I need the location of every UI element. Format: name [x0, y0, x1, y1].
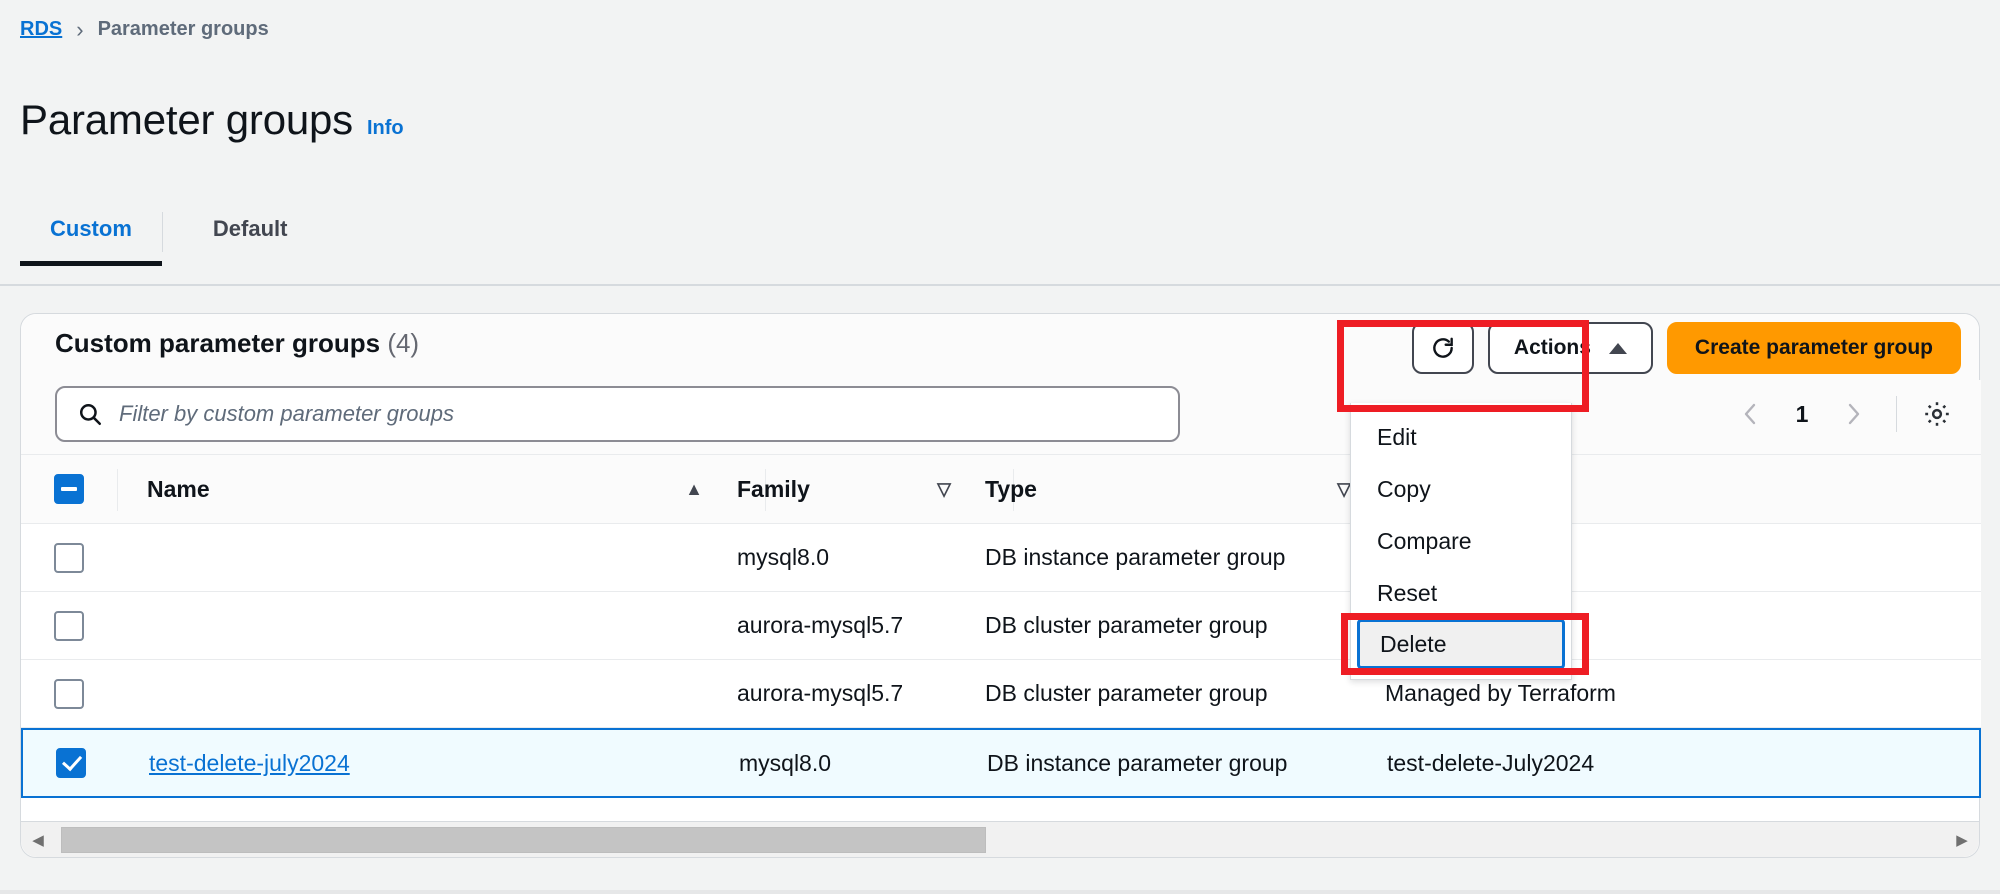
table-header-row: Name ▲ Family ▽ Type ▽ [21, 454, 1981, 524]
pagination-prev-button[interactable] [1724, 390, 1776, 438]
chevron-right-icon [1843, 401, 1865, 427]
tab-custom-label: Custom [50, 216, 132, 241]
actions-dropdown-menu: Edit Copy Compare Reset Delete [1350, 403, 1572, 680]
horizontal-scrollbar[interactable]: ◀ ▶ [21, 821, 1979, 857]
row-checkbox[interactable] [54, 542, 84, 573]
page-title: Parameter groups [20, 96, 353, 143]
row-family-cell: mysql8.0 [737, 544, 830, 570]
pagination-next-button[interactable] [1828, 390, 1880, 438]
select-all-checkbox-cell [21, 474, 117, 504]
menu-item-edit[interactable]: Edit [1351, 411, 1571, 463]
tab-custom[interactable]: Custom [20, 200, 162, 266]
row-type-cell: DB cluster parameter group [985, 680, 1268, 706]
row-type-cell: DB instance parameter group [985, 544, 1286, 570]
menu-item-reset[interactable]: Reset [1351, 567, 1571, 619]
row-name-cell: test-delete-july2024 [119, 750, 739, 777]
refresh-icon [1430, 335, 1456, 361]
parameter-group-link[interactable]: test-delete-july2024 [149, 750, 350, 777]
scroll-left-arrow[interactable]: ◀ [21, 831, 55, 849]
select-all-checkbox[interactable] [54, 474, 84, 504]
table-row[interactable]: aurora-mysql5.7 DB cluster parameter gro… [21, 660, 1981, 728]
scroll-right-arrow[interactable]: ▶ [1945, 831, 1979, 849]
tab-default[interactable]: Default [183, 200, 318, 264]
row-family-cell: aurora-mysql5.7 [737, 680, 904, 706]
search-input[interactable]: Filter by custom parameter groups [119, 401, 454, 427]
breadcrumb: RDS › Parameter groups [20, 18, 269, 41]
column-header-family-label: Family [737, 475, 810, 502]
row-checkbox[interactable] [54, 610, 84, 641]
row-checkbox-cell [21, 678, 117, 709]
column-header-name[interactable]: Name ▲ [117, 476, 737, 503]
column-header-family[interactable]: Family ▽ [737, 476, 985, 503]
tab-divider [161, 212, 163, 252]
row-checkbox-cell [21, 610, 117, 641]
pagination-page-1[interactable]: 1 [1780, 390, 1824, 438]
custom-parameter-groups-card: Custom parameter groups (4) Actions Crea… [20, 313, 1981, 858]
info-link[interactable]: Info [367, 117, 404, 140]
column-header-name-label: Name [147, 475, 210, 502]
row-checkbox-cell [21, 542, 117, 573]
search-input-wrapper[interactable]: Filter by custom parameter groups [55, 386, 1180, 442]
table-row-selected[interactable]: test-delete-july2024 mysql8.0 DB instanc… [21, 728, 1981, 798]
gear-icon [1922, 399, 1952, 429]
column-header-type[interactable]: Type ▽ [985, 476, 1385, 503]
sort-ascending-icon[interactable]: ▲ [685, 479, 703, 500]
card-header: Custom parameter groups (4) Actions Crea… [21, 314, 1979, 380]
row-checkbox[interactable] [56, 748, 86, 778]
search-icon [77, 401, 103, 427]
row-checkbox[interactable] [54, 678, 84, 709]
column-header-type-label: Type [985, 475, 1037, 502]
scrollbar-thumb[interactable] [61, 826, 986, 853]
sort-icon-family[interactable]: ▽ [937, 479, 951, 500]
menu-item-delete[interactable]: Delete [1357, 619, 1565, 669]
row-type-cell: DB cluster parameter group [985, 612, 1268, 638]
row-description-cell: test-delete-July2024 [1387, 749, 1595, 776]
actions-button-label: Actions [1513, 336, 1591, 359]
filter-row: Filter by custom parameter groups 1 [21, 380, 1981, 454]
row-type-cell: DB instance parameter group [987, 749, 1288, 776]
create-parameter-group-button[interactable]: Create parameter group [1666, 322, 1961, 374]
row-family-cell: aurora-mysql5.7 [737, 612, 904, 638]
page-bottom-divider [0, 890, 2000, 894]
tab-default-label: Default [212, 216, 288, 241]
rds-parameter-groups-page: RDS › Parameter groups Parameter groups … [0, 0, 2000, 894]
page-title-row: Parameter groups Info [20, 96, 404, 144]
card-title-count: (4) [387, 328, 420, 358]
card-title: Custom parameter groups (4) [55, 328, 419, 359]
pagination-divider [1896, 396, 1897, 432]
table-row[interactable]: aurora-mysql5.7 DB cluster parameter gro… [21, 592, 1981, 660]
row-description-cell: Managed by Terraform [1385, 680, 1616, 706]
card-title-text: Custom parameter groups [55, 328, 381, 358]
refresh-button[interactable] [1411, 322, 1474, 374]
card-toolbar: Actions Create parameter group [1411, 322, 1961, 374]
parameter-groups-table: Name ▲ Family ▽ Type ▽ mysql8.0 DB insta… [21, 454, 1981, 798]
actions-button[interactable]: Actions [1487, 322, 1653, 374]
sort-icon-type[interactable]: ▽ [1337, 479, 1351, 500]
menu-item-compare[interactable]: Compare [1351, 515, 1571, 567]
table-row[interactable]: mysql8.0 DB instance parameter group [21, 524, 1981, 592]
create-parameter-group-label: Create parameter group [1694, 336, 1933, 359]
row-checkbox-cell [23, 748, 119, 778]
breadcrumb-link-rds[interactable]: RDS [20, 18, 62, 41]
tab-bar: Custom Default [0, 200, 2000, 286]
chevron-right-icon: › [76, 16, 84, 42]
chevron-left-icon [1739, 401, 1761, 427]
breadcrumb-current: Parameter groups [97, 18, 269, 40]
caret-up-icon [1608, 342, 1627, 354]
scrollbar-track[interactable] [55, 825, 1945, 855]
pagination: 1 [1724, 390, 1961, 438]
table-preferences-button[interactable] [1913, 390, 1961, 438]
row-family-cell: mysql8.0 [739, 749, 832, 776]
menu-item-copy[interactable]: Copy [1351, 463, 1571, 515]
